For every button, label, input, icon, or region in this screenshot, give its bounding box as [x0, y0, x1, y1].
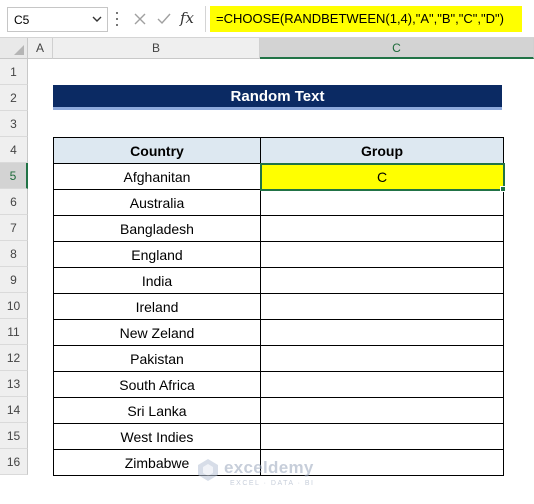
- table-row: Ireland: [53, 293, 504, 320]
- row-header-14[interactable]: 14: [0, 397, 28, 423]
- table-header-row: Country Group: [53, 137, 504, 164]
- page-title: Random Text: [230, 87, 325, 105]
- formula-bar: C5 fx =CHOOSE(RANDBETWEEN(1,4),"A","B","…: [0, 0, 534, 38]
- table-row: New Zeland: [53, 319, 504, 346]
- chevron-down-icon[interactable]: [92, 14, 102, 24]
- row-header-10[interactable]: 10: [0, 293, 28, 319]
- cancel-icon[interactable]: [130, 8, 150, 30]
- title-banner[interactable]: Random Text: [53, 85, 502, 110]
- name-box[interactable]: C5: [7, 7, 108, 32]
- watermark-tagline: EXCEL · DATA · BI: [230, 480, 315, 487]
- row-header-16[interactable]: 16: [0, 449, 28, 475]
- row-header-11[interactable]: 11: [0, 319, 28, 345]
- country-cell[interactable]: Bangladesh: [53, 215, 261, 242]
- country-cell[interactable]: Sri Lanka: [53, 397, 261, 424]
- row-header-1[interactable]: 1: [0, 59, 28, 85]
- row-header-7[interactable]: 7: [0, 215, 28, 241]
- row-header-4[interactable]: 4: [0, 137, 28, 163]
- header-group[interactable]: Group: [260, 137, 504, 164]
- table-row: Pakistan: [53, 345, 504, 372]
- row-header-3[interactable]: 3: [0, 111, 28, 137]
- table-row: England: [53, 241, 504, 268]
- formula-input[interactable]: =CHOOSE(RANDBETWEEN(1,4),"A","B","C","D"…: [210, 6, 522, 32]
- watermark-brand: exceldemy: [224, 458, 314, 477]
- group-cell[interactable]: [260, 215, 504, 242]
- formula-text: =CHOOSE(RANDBETWEEN(1,4),"A","B","C","D"…: [216, 11, 504, 26]
- country-cell[interactable]: Ireland: [53, 293, 261, 320]
- column-header-b[interactable]: B: [53, 38, 260, 59]
- group-cell[interactable]: [260, 293, 504, 320]
- country-cell[interactable]: New Zeland: [53, 319, 261, 346]
- exceldemy-logo-icon: [198, 459, 218, 481]
- row-header-5[interactable]: 5: [0, 163, 28, 189]
- column-header-a[interactable]: A: [28, 38, 53, 59]
- row-header-15[interactable]: 15: [0, 423, 28, 449]
- row-header-9[interactable]: 9: [0, 267, 28, 293]
- table-row: South Africa: [53, 371, 504, 398]
- country-cell[interactable]: England: [53, 241, 261, 268]
- group-cell[interactable]: [260, 319, 504, 346]
- group-cell[interactable]: [260, 189, 504, 216]
- row-header-13[interactable]: 13: [0, 371, 28, 397]
- country-cell[interactable]: West Indies: [53, 423, 261, 450]
- country-cell[interactable]: Afghanitan: [53, 163, 261, 190]
- group-cell-active[interactable]: C: [259, 162, 505, 191]
- country-cell[interactable]: South Africa: [53, 371, 261, 398]
- formula-bar-divider: [205, 6, 206, 32]
- select-all-button[interactable]: [0, 38, 28, 59]
- table-row: India: [53, 267, 504, 294]
- table-row: Sri Lanka: [53, 397, 504, 424]
- group-cell[interactable]: [260, 423, 504, 450]
- row-header-6[interactable]: 6: [0, 189, 28, 215]
- group-cell[interactable]: [260, 241, 504, 268]
- group-cell[interactable]: [260, 345, 504, 372]
- table-row: West Indies: [53, 423, 504, 450]
- group-cell[interactable]: [260, 397, 504, 424]
- data-table: Country Group Afghanitan C Australia Ban…: [53, 137, 505, 476]
- more-options-icon[interactable]: [115, 12, 119, 28]
- country-cell[interactable]: Australia: [53, 189, 261, 216]
- row-header-2[interactable]: 2: [0, 85, 28, 111]
- table-row: Australia: [53, 189, 504, 216]
- group-cell[interactable]: [260, 267, 504, 294]
- insert-function-icon[interactable]: fx: [180, 9, 194, 27]
- enter-icon[interactable]: [154, 8, 174, 30]
- table-row: Afghanitan C: [53, 162, 505, 191]
- row-header-12[interactable]: 12: [0, 345, 28, 371]
- name-box-value: C5: [14, 13, 30, 27]
- country-cell[interactable]: India: [53, 267, 261, 294]
- group-cell[interactable]: [260, 371, 504, 398]
- column-header-c[interactable]: C: [260, 38, 534, 59]
- table-row: Bangladesh: [53, 215, 504, 242]
- fill-handle[interactable]: [500, 186, 506, 192]
- header-country[interactable]: Country: [53, 137, 261, 164]
- country-cell[interactable]: Pakistan: [53, 345, 261, 372]
- row-header-8[interactable]: 8: [0, 241, 28, 267]
